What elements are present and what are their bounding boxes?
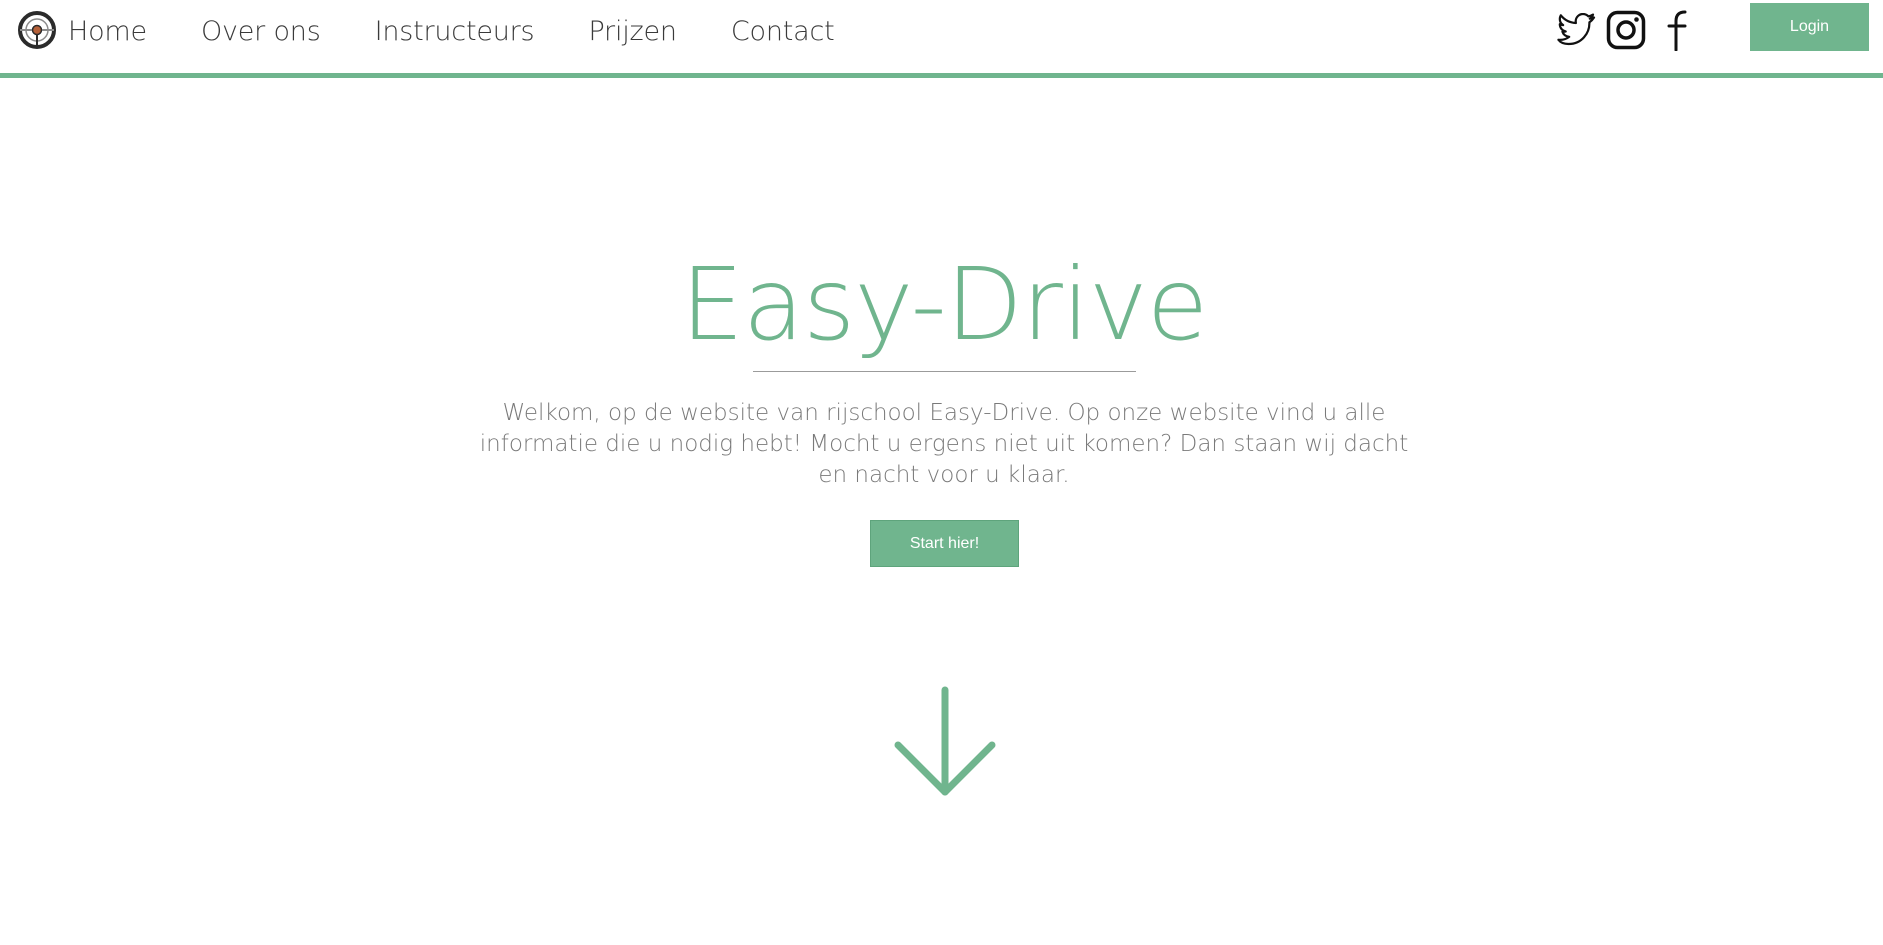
- nav-item-contact[interactable]: Contact: [731, 16, 835, 47]
- login-button[interactable]: Login: [1750, 3, 1869, 51]
- nav-item-home[interactable]: Home: [68, 16, 147, 47]
- hero-title: Easy-Drive: [680, 246, 1209, 363]
- nav-item-instructeurs[interactable]: Instructeurs: [375, 16, 535, 47]
- hero-welcome-text: Welkom, op de website van rijschool Easy…: [479, 400, 1409, 488]
- twitter-icon[interactable]: [1554, 8, 1598, 52]
- nav-item-over-ons[interactable]: Over ons: [201, 16, 321, 47]
- navbar: Home Over ons Instructeurs Prijzen Conta…: [0, 0, 1883, 78]
- title-divider: [753, 371, 1136, 372]
- arrow-down-icon[interactable]: [893, 686, 997, 798]
- main-nav: Home Over ons Instructeurs Prijzen Conta…: [68, 0, 889, 62]
- steering-wheel-logo-icon[interactable]: [17, 10, 57, 50]
- facebook-icon[interactable]: [1656, 8, 1700, 52]
- start-button[interactable]: Start hier!: [870, 520, 1019, 567]
- nav-item-prijzen[interactable]: Prijzen: [588, 16, 677, 47]
- instagram-icon[interactable]: [1604, 8, 1648, 52]
